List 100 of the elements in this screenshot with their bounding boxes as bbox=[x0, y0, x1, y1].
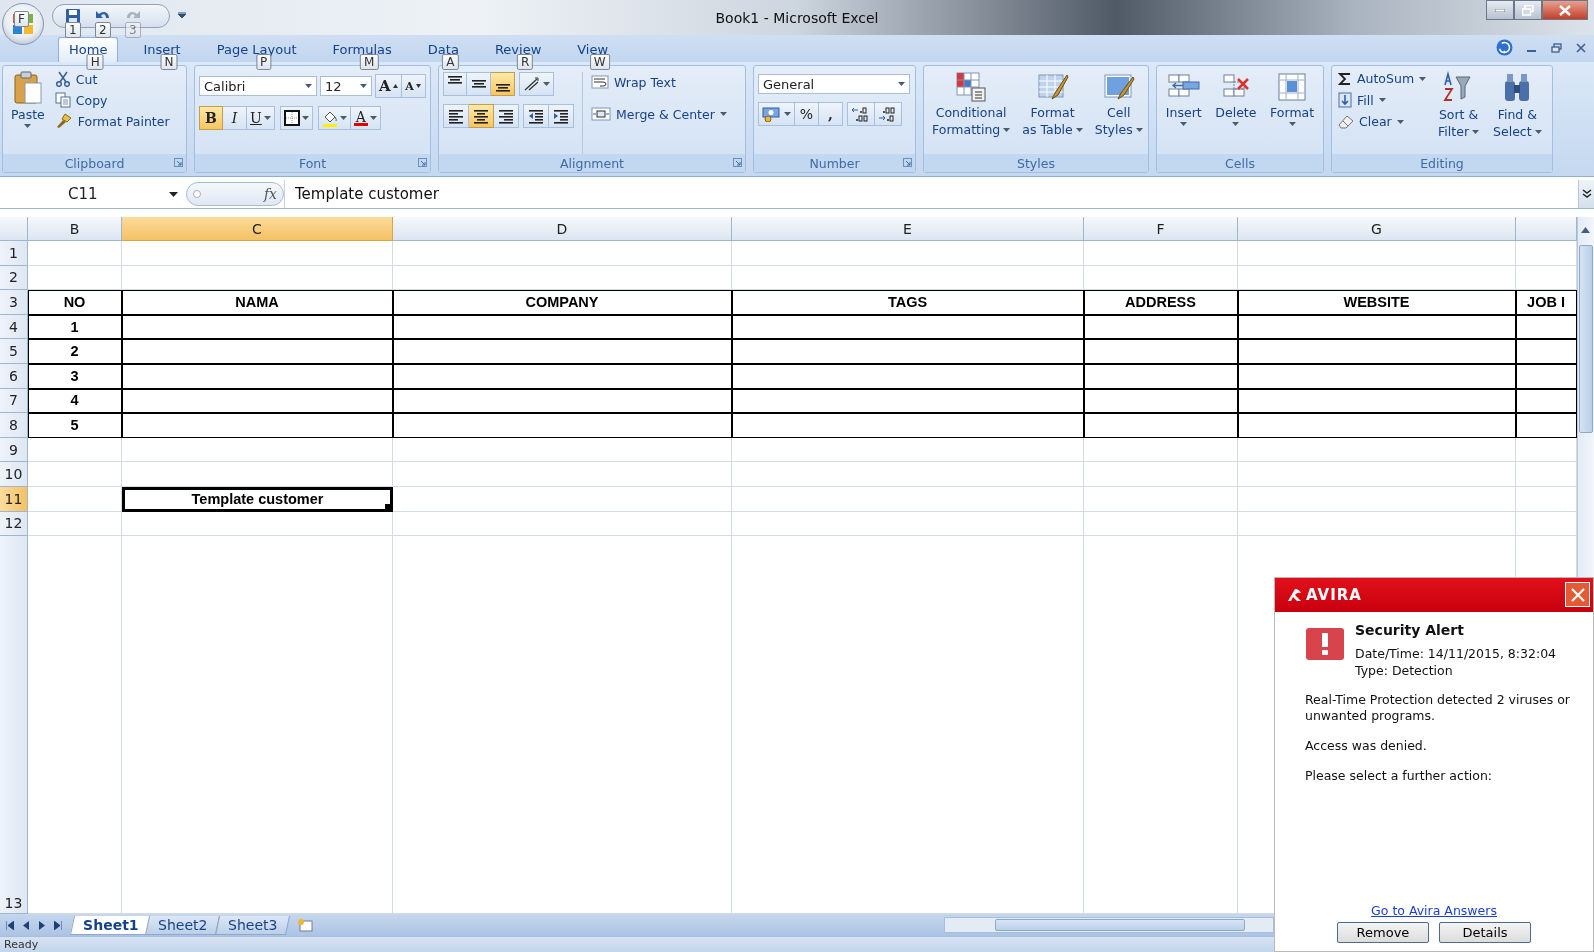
group-label: Clipboard bbox=[64, 155, 125, 171]
clipboard-command[interactable]: Copy bbox=[52, 90, 172, 110]
restore-icon[interactable] bbox=[1551, 42, 1562, 53]
keytip: R bbox=[516, 54, 534, 70]
vertical-align-button[interactable] bbox=[491, 72, 515, 96]
column-header[interactable]: C bbox=[122, 217, 393, 241]
row-header[interactable]: 6 bbox=[0, 363, 28, 389]
horizontal-scrollbar[interactable] bbox=[944, 917, 1274, 933]
insert-function-button[interactable]: fx bbox=[263, 186, 277, 202]
details-button[interactable]: Details bbox=[1439, 922, 1531, 943]
column-header[interactable]: E bbox=[732, 217, 1084, 241]
currency-button[interactable] bbox=[758, 102, 795, 126]
editing-button[interactable]: Sort & Filter bbox=[1434, 69, 1484, 154]
grow-font-button[interactable]: A bbox=[375, 74, 402, 98]
table-cell: NAMA bbox=[122, 290, 393, 315]
row-header[interactable]: 3 bbox=[0, 290, 28, 315]
save-icon[interactable] bbox=[65, 8, 81, 24]
column-header[interactable]: G bbox=[1238, 217, 1516, 241]
last-sheet-icon[interactable] bbox=[54, 920, 62, 930]
answers-link[interactable]: Go to Avira Answers bbox=[1371, 903, 1497, 918]
row-header[interactable]: 13 bbox=[0, 536, 28, 914]
orientation-button[interactable] bbox=[519, 72, 554, 96]
close-icon[interactable] bbox=[1576, 42, 1586, 53]
decrease-decimal-button[interactable] bbox=[875, 102, 902, 126]
expand-formula-button[interactable] bbox=[1578, 180, 1594, 208]
scroll-thumb[interactable] bbox=[995, 919, 1245, 931]
cells-button[interactable]: Format bbox=[1266, 69, 1319, 154]
minimize-button[interactable] bbox=[1486, 0, 1514, 20]
column-header[interactable]: F bbox=[1084, 217, 1238, 241]
decrease-indent-button[interactable] bbox=[523, 104, 549, 128]
row-header[interactable]: 2 bbox=[0, 265, 28, 291]
column-header[interactable]: B bbox=[28, 217, 122, 241]
borders-button[interactable] bbox=[279, 106, 313, 130]
sheet-tab[interactable]: Sheet2 bbox=[145, 915, 221, 935]
restore-button[interactable] bbox=[1514, 0, 1542, 20]
first-sheet-icon[interactable] bbox=[6, 920, 14, 930]
merge-center-button[interactable]: Merge & Center bbox=[589, 104, 729, 124]
row-header[interactable]: 10 bbox=[0, 462, 28, 487]
help-icon[interactable] bbox=[1496, 39, 1513, 56]
styles-button[interactable]: Conditional Formatting bbox=[928, 69, 1015, 154]
clipboard-command[interactable]: Format Painter bbox=[52, 111, 172, 131]
table-cell: 2 bbox=[28, 339, 122, 364]
editing-command[interactable]: AutoSum bbox=[1336, 69, 1429, 88]
styles-button[interactable]: Cell Styles bbox=[1090, 69, 1147, 154]
scroll-thumb[interactable] bbox=[1579, 245, 1593, 433]
horizontal-align-button[interactable] bbox=[443, 104, 469, 128]
next-sheet-icon[interactable] bbox=[38, 920, 46, 930]
alert-datetime: Date/Time: 14/11/2015, 8:32:04 bbox=[1355, 646, 1557, 661]
row-header[interactable]: 5 bbox=[0, 339, 28, 364]
close-button[interactable] bbox=[1542, 0, 1588, 20]
cells-button[interactable]: Insert bbox=[1161, 69, 1206, 154]
dialog-launcher-icon[interactable] bbox=[903, 158, 912, 167]
customize-caret-icon[interactable] bbox=[178, 12, 186, 18]
font-name-field[interactable]: Calibri bbox=[199, 76, 317, 96]
table-cell: WEBSITE bbox=[1238, 290, 1516, 315]
font-color-button[interactable]: A bbox=[350, 106, 381, 130]
editing-command[interactable]: Clear bbox=[1336, 112, 1429, 131]
row-header[interactable]: 11 bbox=[0, 486, 28, 512]
horizontal-align-button[interactable] bbox=[469, 104, 494, 128]
row-header[interactable]: 8 bbox=[0, 413, 28, 438]
font-size-field[interactable]: 12 bbox=[320, 76, 372, 96]
group-label: Font bbox=[298, 155, 327, 171]
dialog-launcher-icon[interactable] bbox=[733, 158, 742, 167]
font-style-button[interactable]: U bbox=[247, 106, 275, 130]
font-style-button[interactable]: I bbox=[223, 106, 247, 130]
vertical-align-button[interactable] bbox=[467, 72, 491, 96]
fill-color-button[interactable] bbox=[317, 106, 351, 130]
row-header[interactable]: 4 bbox=[0, 314, 28, 340]
increase-decimal-button[interactable] bbox=[847, 102, 875, 126]
up-arrow-icon[interactable] bbox=[1581, 227, 1590, 233]
wrap-text-button[interactable]: Wrap Text bbox=[589, 72, 729, 92]
cells-button[interactable]: Delete bbox=[1211, 69, 1261, 154]
insert-sheet-icon[interactable] bbox=[296, 918, 315, 932]
paste-button[interactable]: Paste bbox=[7, 69, 49, 154]
row-header[interactable]: 12 bbox=[0, 511, 28, 537]
up-caret-icon bbox=[392, 84, 398, 88]
editing-command[interactable]: Fill bbox=[1336, 90, 1429, 110]
editing-button[interactable]: Find & Select bbox=[1489, 69, 1546, 154]
row-header[interactable]: 9 bbox=[0, 437, 28, 463]
styles-button[interactable]: Format as Table bbox=[1018, 69, 1087, 154]
prev-sheet-icon[interactable] bbox=[22, 920, 30, 930]
dialog-launcher-icon[interactable] bbox=[174, 158, 183, 167]
vertical-align-button[interactable] bbox=[443, 72, 467, 96]
clipboard-command[interactable]: Cut bbox=[52, 69, 172, 89]
dialog-launcher-icon[interactable] bbox=[418, 158, 427, 167]
percent-button[interactable]: % bbox=[795, 102, 819, 126]
number-format-field[interactable]: General bbox=[758, 74, 910, 94]
row-header[interactable]: 7 bbox=[0, 388, 28, 414]
clipboard-icon bbox=[12, 71, 43, 105]
row-header[interactable]: 1 bbox=[0, 241, 28, 266]
shrink-font-button[interactable]: A bbox=[401, 74, 426, 98]
increase-indent-button[interactable] bbox=[549, 104, 574, 128]
dropdown-arrow-icon bbox=[169, 191, 178, 197]
comma-button[interactable]: , bbox=[819, 102, 843, 126]
remove-button[interactable]: Remove bbox=[1337, 922, 1429, 943]
font-style-button[interactable]: B bbox=[199, 106, 223, 130]
function-box[interactable]: fx bbox=[186, 182, 284, 206]
sheet-tab[interactable]: Sheet3 bbox=[214, 915, 291, 935]
column-header[interactable]: D bbox=[393, 217, 732, 241]
horizontal-align-button[interactable] bbox=[494, 104, 519, 128]
